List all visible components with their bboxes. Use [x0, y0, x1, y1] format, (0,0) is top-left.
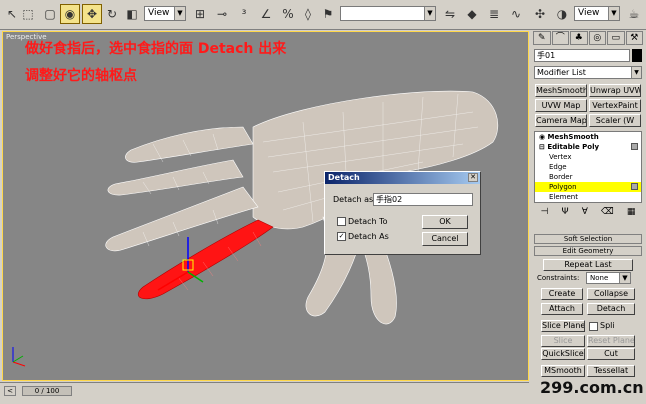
edit-geometry-rollout[interactable]: Edit Geometry [534, 246, 642, 256]
stack-item-vertex[interactable]: Vertex [535, 152, 641, 162]
detach-as-clone-checkbox[interactable]: ✓ [337, 232, 346, 241]
detach-name-input[interactable]: 手指02 [373, 193, 473, 206]
constraints-label: Constraints: [537, 274, 580, 282]
stack-box-icon [631, 143, 638, 150]
stack-item-edge[interactable]: Edge [535, 162, 641, 172]
snap-3d-icon[interactable]: ³ [234, 4, 254, 24]
main-toolbar: ↖ ⬚ ▢ ◉ ✥ ↻ ◧ View ▼ ⊞ ⊸ ³ ∠ % ◊ ⚑ ▼ ⇋ ◆ … [0, 0, 646, 30]
detach-as-label: Detach as: [333, 195, 376, 204]
msmooth-button[interactable]: MSmooth [541, 365, 585, 377]
pin-stack-icon[interactable]: ⊣ [541, 207, 549, 221]
ok-button[interactable]: OK [422, 215, 468, 229]
object-color-swatch[interactable] [632, 49, 642, 62]
pivot-icon[interactable]: ⊞ [190, 4, 210, 24]
uvw-map-button[interactable]: UVW Map [535, 99, 587, 112]
soft-selection-rollout[interactable]: Soft Selection [534, 234, 642, 244]
tab-create[interactable]: ✎ [533, 31, 551, 45]
named-selection-icon[interactable]: ⚑ [318, 4, 338, 24]
tab-motion[interactable]: ◎ [588, 31, 606, 45]
meshsmooth-button[interactable]: MeshSmooth [535, 84, 587, 97]
curve-editor-icon[interactable]: ∿ [506, 4, 526, 24]
close-icon[interactable]: ✕ [468, 173, 478, 182]
modifier-stack: ◉ MeshSmooth ⊟ Editable Poly Vertex Edge… [534, 131, 642, 203]
stack-box-icon [631, 183, 638, 190]
object-name-field[interactable]: 手01 [534, 49, 630, 62]
select-object-icon[interactable]: ⬚ [18, 4, 38, 24]
bulb-icon[interactable]: ◉ [539, 133, 548, 141]
stack-item-border[interactable]: Border [535, 172, 641, 182]
percent-snap-icon[interactable]: % [278, 4, 298, 24]
chevron-down-icon: ▼ [608, 7, 619, 20]
stack-tools: ⊣ Ψ ∀ ⌫ ▦ [534, 207, 642, 221]
make-unique-icon[interactable]: ∀ [582, 207, 588, 221]
status-bar: < 0 / 100 [0, 382, 529, 404]
tab-modify[interactable]: ⌒ [551, 31, 569, 45]
tessellate-button[interactable]: Tessellat [587, 365, 635, 377]
split-label: Spli [600, 321, 615, 330]
detach-to-element-checkbox[interactable] [337, 217, 346, 226]
scale-icon[interactable]: ◧ [122, 4, 142, 24]
chevron-down-icon: ▼ [174, 7, 185, 20]
window-crossing-icon[interactable]: ◉ [60, 4, 80, 24]
quickslice-button[interactable]: QuickSlice [541, 348, 585, 360]
camera-map-button[interactable]: Camera Map [535, 114, 587, 127]
attach-button[interactable]: Attach [541, 303, 583, 315]
reset-plane-button[interactable]: Reset Plane [587, 335, 635, 347]
dialog-title: Detach [325, 172, 480, 184]
slice-plane-button[interactable]: Slice Plane [541, 320, 585, 332]
render-view-select[interactable]: View ▼ [574, 6, 620, 21]
create-button[interactable]: Create [541, 288, 583, 300]
command-panel: ✎ ⌒ ♣ ◎ ▭ ⚒ 手01 Modifier List ▼ MeshSmoot… [531, 31, 646, 404]
collapse-button[interactable]: Collapse [587, 288, 635, 300]
tab-display[interactable]: ▭ [607, 31, 625, 45]
cancel-button[interactable]: Cancel [422, 232, 468, 246]
site-watermark: 299.com.cn [540, 378, 644, 397]
stack-item-meshsmooth[interactable]: ◉ MeshSmooth [535, 132, 641, 142]
material-editor-icon[interactable]: ✣ [530, 4, 550, 24]
spinner-snap-icon[interactable]: ◊ [298, 4, 318, 24]
show-end-result-icon[interactable]: Ψ [562, 207, 569, 221]
align-icon[interactable]: ◆ [462, 4, 482, 24]
repeat-last-button[interactable]: Repeat Last [543, 259, 633, 271]
stack-item-element[interactable]: Element [535, 192, 641, 202]
move-icon[interactable]: ✥ [82, 4, 102, 24]
split-checkbox[interactable] [589, 322, 598, 331]
angle-snap-icon[interactable]: ∠ [256, 4, 276, 24]
scaler-button[interactable]: Scaler (W [589, 114, 641, 127]
tab-hierarchy[interactable]: ♣ [570, 31, 588, 45]
time-slider[interactable]: 0 / 100 [22, 386, 72, 396]
named-selection-select[interactable]: ▼ [340, 6, 436, 21]
detach-to-element-label: Detach To [348, 217, 388, 226]
chevron-down-icon: ▼ [619, 273, 630, 283]
detach-as-clone-label: Detach As [348, 232, 389, 241]
chevron-down-icon: ▼ [631, 67, 641, 78]
quick-render-icon[interactable]: ☕ [624, 4, 644, 24]
modifier-list-select[interactable]: Modifier List ▼ [534, 66, 642, 79]
vertexpaint-button[interactable]: VertexPaint [589, 99, 641, 112]
mirror-icon[interactable]: ⇋ [440, 4, 460, 24]
slice-button[interactable]: Slice [541, 335, 585, 347]
cut-button[interactable]: Cut [587, 348, 635, 360]
configure-sets-icon[interactable]: ▦ [627, 207, 636, 221]
layer-icon[interactable]: ≣ [484, 4, 504, 24]
chevron-left-icon[interactable]: < [4, 386, 16, 396]
detach-button[interactable]: Detach [587, 303, 635, 315]
remove-modifier-icon[interactable]: ⌫ [601, 207, 614, 221]
constraints-select[interactable]: None ▼ [586, 272, 631, 284]
command-panel-tabs: ✎ ⌒ ♣ ◎ ▭ ⚒ [533, 31, 643, 45]
stack-item-polygon[interactable]: Polygon [535, 182, 641, 192]
stack-item-editable-poly[interactable]: ⊟ Editable Poly [535, 142, 641, 152]
unwrap-uvw-button[interactable]: Unwrap UVW [589, 84, 641, 97]
tab-utilities[interactable]: ⚒ [625, 31, 643, 45]
reference-coord-select[interactable]: View ▼ [144, 6, 186, 21]
chevron-down-icon: ▼ [424, 7, 435, 20]
detach-dialog: Detach ✕ Detach as: 手指02 Detach To ✓ Det… [324, 171, 481, 255]
rotate-icon[interactable]: ↻ [102, 4, 122, 24]
link-icon[interactable]: ⊸ [212, 4, 232, 24]
perspective-viewport[interactable]: Perspective 做好食指后，选中食指的面 Detach 出来 调整好它的… [2, 31, 529, 381]
select-region-icon[interactable]: ▢ [40, 4, 60, 24]
render-setup-icon[interactable]: ◑ [552, 4, 572, 24]
